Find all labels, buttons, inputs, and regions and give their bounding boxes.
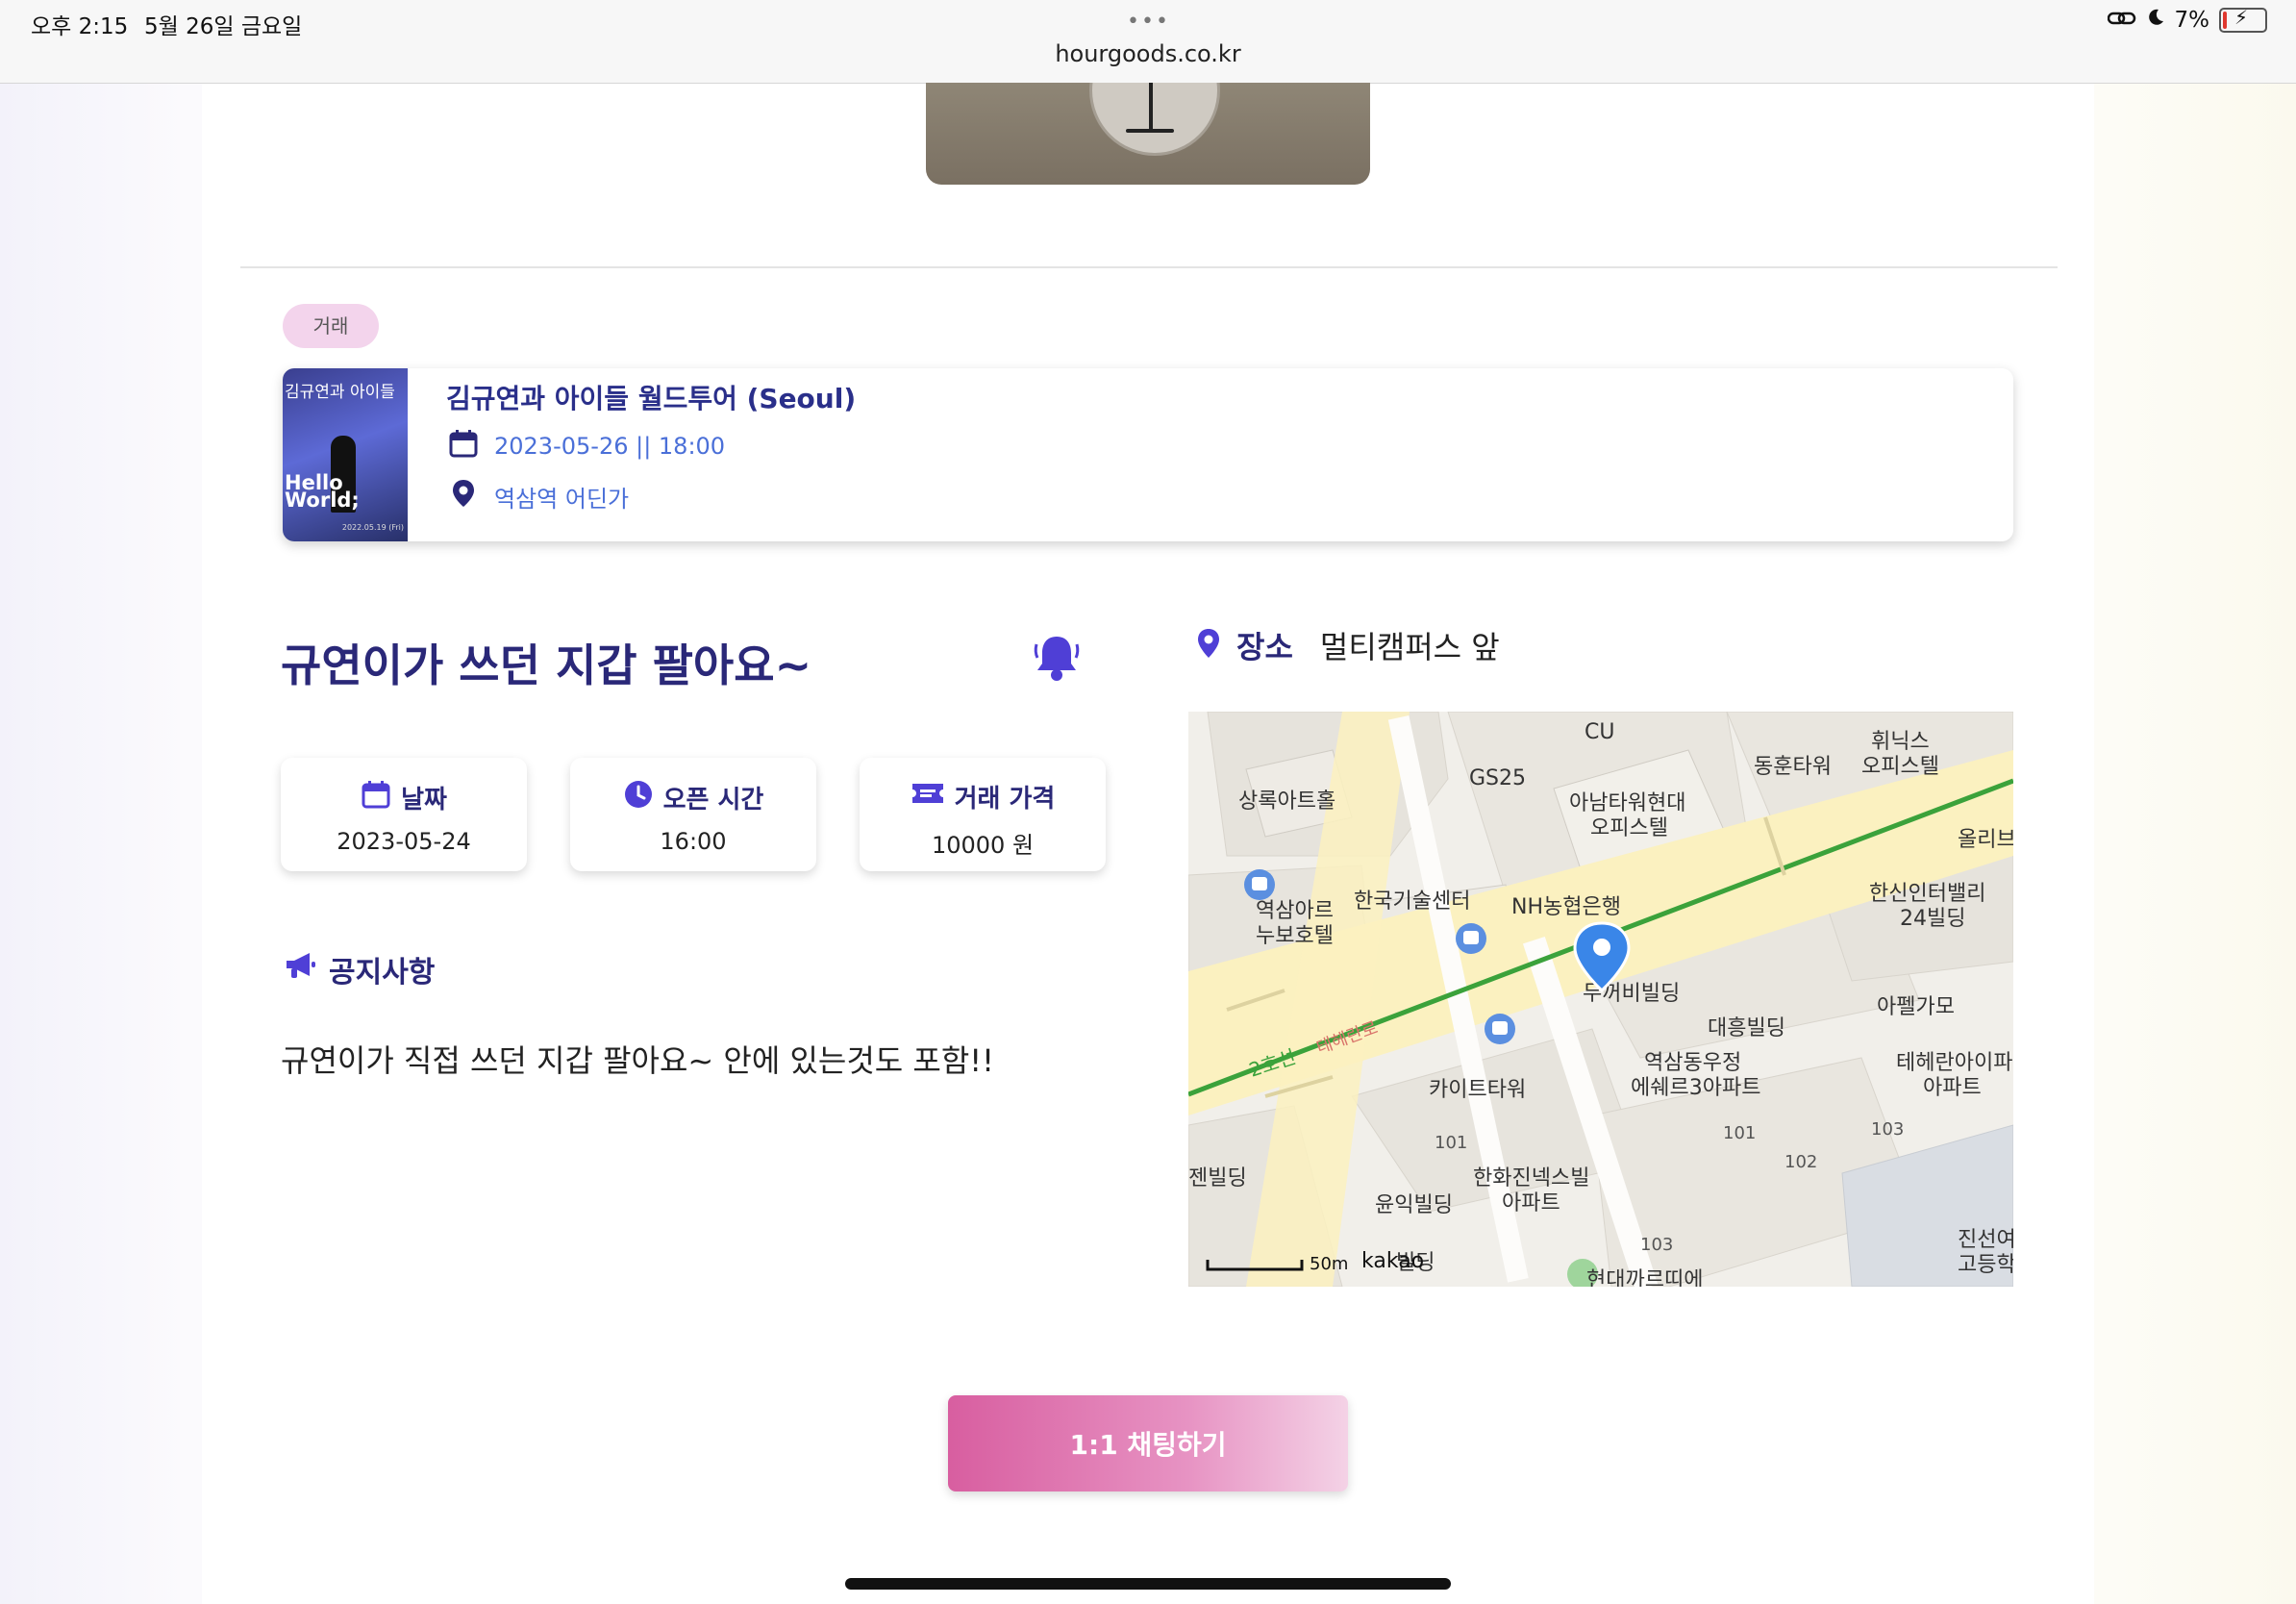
- bell-icon[interactable]: [1033, 631, 1081, 687]
- map-number: 102: [1784, 1152, 1817, 1172]
- price-label: 거래 가격: [954, 785, 1056, 814]
- thumb-date: 2022.05.19 (Fri): [341, 523, 404, 532]
- event-title: 김규연과 아이들 월드투어 (Seoul): [446, 383, 857, 414]
- price-value: 10000 원: [931, 832, 1035, 859]
- battery-icon: ⚡: [2219, 6, 2267, 33]
- map-label: 역삼동우정: [1644, 1051, 1741, 1075]
- browser-chrome: 오후 2:15 5월 26일 금요일 ••• hourgoods.co.kr 7…: [0, 0, 2296, 84]
- calendar-icon: [448, 428, 479, 464]
- location-pin-icon: [1194, 627, 1223, 664]
- map-number: 101: [1435, 1133, 1467, 1153]
- map-label: 윤익빌딩: [1375, 1193, 1453, 1217]
- event-datetime-row: 2023-05-26 || 18:00: [448, 428, 725, 464]
- home-indicator[interactable]: [845, 1578, 1451, 1590]
- price-card: 거래 가격 10000 원: [860, 758, 1106, 871]
- bus-stop-icon: [1456, 923, 1486, 954]
- map-label: 아남타워현대: [1569, 791, 1685, 815]
- notice-body: 규연이가 직접 쓰던 지갑 팔아요~ 안에 있는것도 포함!!: [281, 1042, 994, 1079]
- map-label: 아파트: [1502, 1191, 1560, 1216]
- map-label: GS25: [1469, 766, 1526, 790]
- place-label: 장소: [1236, 629, 1293, 665]
- map-label: 한화진넥스빌: [1473, 1166, 1589, 1190]
- open-time-label: 오픈 시간: [662, 786, 764, 815]
- status-right: 7% ⚡: [2107, 6, 2267, 33]
- date-label: 날짜: [401, 786, 447, 815]
- thumb-title: 김규연과 아이들: [285, 383, 395, 402]
- map-label: 24빌딩: [1900, 907, 1965, 931]
- map-label: 테헤란아이파: [1896, 1051, 2012, 1075]
- map-label: NH농협은행: [1511, 895, 1621, 919]
- map-number: 103: [1640, 1235, 1673, 1255]
- map-label: 역삼아르: [1256, 899, 1334, 923]
- map-label: 진선여: [1958, 1228, 2013, 1252]
- map-label: 올리브: [1958, 828, 2013, 852]
- date-value: 2023-05-24: [337, 828, 471, 855]
- map-view[interactable]: 상록아트홀 GS25 CU 아남타워현대 오피스텔 동훈타워 휘닉스 오피스텔 …: [1188, 712, 2013, 1287]
- product-image: [926, 83, 1370, 185]
- map-label: 아파트: [1923, 1076, 1982, 1100]
- map-label: 고등학: [1958, 1253, 2013, 1277]
- clock-icon: [623, 779, 654, 816]
- map-label: 카이트타워: [1429, 1078, 1526, 1102]
- battery-percent: 7%: [2174, 8, 2210, 33]
- map-scale: 50m: [1310, 1254, 1348, 1274]
- bus-stop-icon: [1485, 1014, 1515, 1044]
- post-title: 규연이가 쓰던 지갑 팔아요~: [281, 639, 812, 691]
- map-label: 동훈타워: [1754, 755, 1832, 779]
- map-label: 대흥빌딩: [1708, 1016, 1785, 1040]
- link-icon: [2107, 8, 2136, 33]
- map-label: CU: [1585, 720, 1614, 744]
- category-badge: 거래: [283, 304, 379, 348]
- ticket-icon: [911, 780, 945, 814]
- thumb-hello: Hello World;: [285, 471, 360, 512]
- event-card[interactable]: 김규연과 아이들 Hello World; 2022.05.19 (Fri) 김…: [283, 368, 2013, 541]
- calendar-icon: [361, 779, 391, 816]
- status-date: 5월 26일 금요일: [144, 14, 303, 39]
- map-label: 상록아트홀: [1238, 789, 1335, 814]
- map-label: 오피스텔: [1590, 816, 1668, 840]
- map-label: 현대까르띠에: [1586, 1268, 1703, 1287]
- map-label: 휘닉스: [1871, 730, 1930, 754]
- bus-stop-icon: [1244, 869, 1275, 900]
- notice-heading: 공지사항: [283, 948, 435, 990]
- map-number: 101: [1723, 1123, 1756, 1143]
- map-number: 103: [1871, 1119, 1904, 1140]
- megaphone-icon: [283, 950, 317, 989]
- moon-icon: [2146, 8, 2165, 33]
- chat-button[interactable]: 1:1 채팅하기: [948, 1395, 1348, 1491]
- map-label: 에쉐르3아파트: [1631, 1076, 1760, 1100]
- date-card: 날짜 2023-05-24: [281, 758, 527, 871]
- event-location-row: 역삼역 어딘가: [448, 478, 629, 514]
- event-location: 역삼역 어딘가: [494, 485, 630, 513]
- place-value: 멀티캠퍼스 앞: [1319, 629, 1500, 665]
- open-time-value: 16:00: [660, 828, 727, 855]
- map-label: 누보호텔: [1256, 924, 1334, 948]
- notice-label: 공지사항: [329, 956, 436, 990]
- map-label: 한신인터밸리: [1869, 882, 1985, 906]
- event-datetime: 2023-05-26 || 18:00: [494, 433, 726, 460]
- more-dots-icon[interactable]: •••: [1127, 10, 1170, 34]
- map-label: 젠빌딩: [1188, 1166, 1247, 1190]
- map-label: 아펠가모: [1877, 995, 1955, 1019]
- map-label: 한국기술센터: [1354, 890, 1470, 914]
- status-time: 오후 2:15: [31, 14, 129, 39]
- location-pin-icon: [448, 478, 479, 514]
- url-bar[interactable]: hourgoods.co.kr: [0, 40, 2296, 67]
- map-brand: kakao: [1361, 1249, 1424, 1273]
- map-label: 오피스텔: [1861, 755, 1939, 779]
- open-time-card: 오픈 시간 16:00: [570, 758, 816, 871]
- event-thumbnail: 김규연과 아이들 Hello World; 2022.05.19 (Fri): [283, 368, 408, 541]
- place-heading: 장소 멀티캠퍼스 앞: [1194, 623, 1500, 667]
- divider: [240, 266, 2058, 268]
